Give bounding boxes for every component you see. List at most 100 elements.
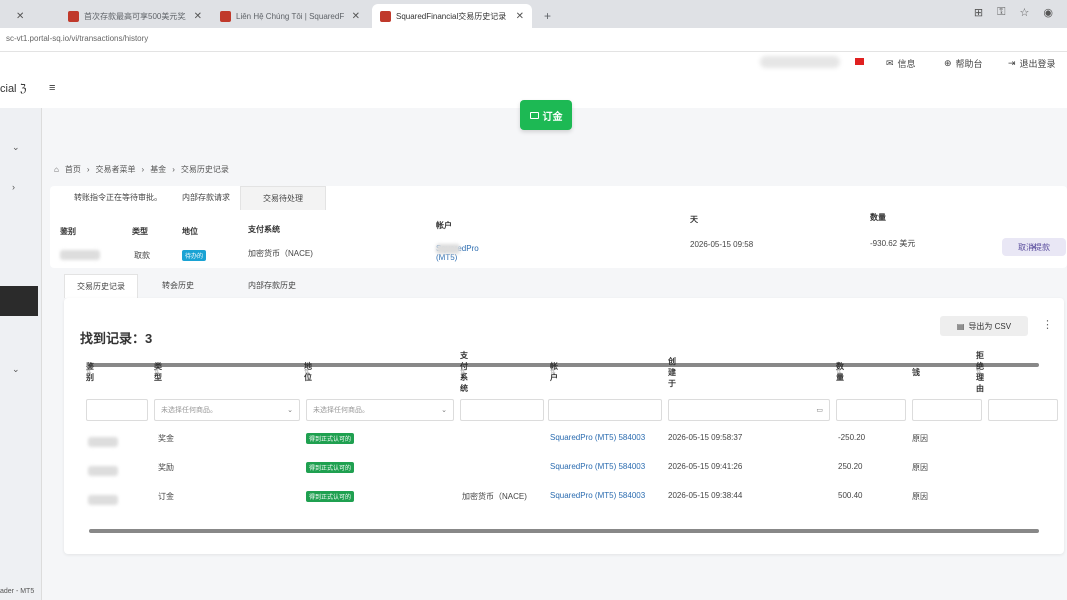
tab-contact[interactable]: Liên Hệ Chúng Tôi | SquaredFi ✕ xyxy=(212,4,368,28)
money-filter[interactable] xyxy=(912,399,982,421)
close-icon[interactable]: ✕ xyxy=(516,11,524,22)
flag-icon[interactable] xyxy=(855,58,864,65)
table-row[interactable]: 奖励 得到正式认可的 SquaredPro (MT5) 584003 2026-… xyxy=(64,458,1064,478)
filter-row: 未选择任何商品。 ⌄ 未选择任何商品。 ⌄ ▭ xyxy=(64,399,1064,423)
tab-transaction-history[interactable]: 交易历史记录 xyxy=(64,274,138,298)
translate-icon[interactable]: ⊞ xyxy=(974,6,983,19)
row-type: 取款 xyxy=(134,251,150,260)
cancel-withdrawal-button[interactable]: ✕ 取消提款 xyxy=(1002,238,1066,256)
col-account: 帐户 xyxy=(436,221,452,230)
profile-icon[interactable]: ◉ xyxy=(1043,6,1053,19)
tab-promo[interactable]: 首次存款最高可享500美元奖励 ✕ xyxy=(60,4,210,28)
tab-transactions-pending[interactable]: 交易待处理 xyxy=(240,186,326,210)
col-day: 天 xyxy=(690,215,698,224)
sort-icon: ⇅ xyxy=(912,369,918,376)
logout-label: 退出登录 xyxy=(1019,59,1056,69)
amount-filter[interactable] xyxy=(836,399,906,421)
row-account[interactable]: SquaredPro (MT5) 584003 xyxy=(550,491,645,500)
user-name-blurred xyxy=(760,56,840,68)
account-filter[interactable] xyxy=(548,399,662,421)
brand-logo[interactable]: cial ℨ xyxy=(0,82,26,95)
logo-text: cial xyxy=(0,83,17,95)
export-csv-button[interactable]: ▤ 导出为 CSV xyxy=(940,316,1028,336)
lifebuoy-icon: ⊕ xyxy=(944,58,952,68)
row-type: 订金 xyxy=(158,492,174,501)
status-badge: 得到正式认可的 xyxy=(306,491,355,502)
favicon-icon xyxy=(220,10,231,22)
close-icon[interactable]: ✕ xyxy=(16,11,24,22)
star-icon[interactable]: ☆ xyxy=(1020,6,1030,19)
id-blurred xyxy=(88,466,118,476)
pending-row: 取款 待办的 加密货币（NACE) SquaredPro (MT5) 2026-… xyxy=(50,238,1067,264)
type-filter[interactable]: 未选择任何商品。 ⌄ xyxy=(154,399,300,421)
history-card: 找到记录：3 ▤ 导出为 CSV ⋮ 鉴别 ⇅ 类型 ⇅ 地位 ⇅ 支付系统 ⇅ 帐户 ⇅ … xyxy=(64,298,1064,554)
crumb-home[interactable]: 首页 xyxy=(65,164,81,175)
account-blurred xyxy=(436,244,460,254)
found-label: 找到记录： xyxy=(80,331,146,346)
deposit-button[interactable]: 订金 xyxy=(520,100,572,130)
pending-tabs: 转账指令正在等待审批。 内部存款请求 交易待处理 xyxy=(64,186,326,210)
status-filter-placeholder: 未选择任何商品。 xyxy=(313,407,369,414)
table-row[interactable]: 奖金 得到正式认可的 SquaredPro (MT5) 584003 2026-… xyxy=(64,429,1064,449)
row-type: 奖金 xyxy=(158,434,174,443)
payment-filter[interactable] xyxy=(460,399,544,421)
tab-partial[interactable]: ✕ xyxy=(0,4,58,28)
id-filter[interactable] xyxy=(86,399,148,421)
address-bar[interactable]: sc-vt1.portal-sq.io/vi/transactions/hist… xyxy=(0,28,1067,52)
row-amount: 500.40 xyxy=(838,491,863,500)
row-payment: 加密货币（NACE) xyxy=(248,249,313,258)
id-blurred xyxy=(88,495,118,505)
logout-link[interactable]: ⇥ 退出登录 xyxy=(1008,57,1056,70)
row-created: 2026-05-15 09:41:26 xyxy=(668,462,743,471)
close-icon[interactable]: ✕ xyxy=(194,11,202,22)
tab-internal-deposit[interactable]: 内部存款请求 xyxy=(172,186,240,210)
help-label: 帮助台 xyxy=(955,59,983,69)
crumb-history: 交易历史记录 xyxy=(180,165,229,174)
sidebar-active-item[interactable] xyxy=(0,286,38,316)
crumb-trader-menu[interactable]: 交易者菜单 xyxy=(96,164,136,175)
pending-table-header: 鉴别 类型 地位 支付系统 帐户 天 数量 xyxy=(50,213,1067,236)
status-badge: 得到正式认可的 xyxy=(306,433,355,444)
chevron-down-icon[interactable]: ⌄ xyxy=(12,364,20,375)
status-badge: 得到正式认可的 xyxy=(306,462,355,473)
row-money: 原因 xyxy=(912,492,928,501)
chevron-right-icon[interactable]: › xyxy=(12,182,15,192)
row-amount: 250.20 xyxy=(838,462,863,471)
row-account[interactable]: SquaredPro (MT5) 584003 xyxy=(550,462,645,471)
home-icon: ⌂ xyxy=(54,165,59,174)
url-text[interactable]: sc-vt1.portal-sq.io/vi/transactions/hist… xyxy=(6,34,148,43)
sort-icon: ⇅ xyxy=(154,369,160,376)
file-icon: ▤ xyxy=(956,321,965,331)
tab-internal-deposit-history[interactable]: 内部存款历史 xyxy=(218,274,326,298)
chevron-down-icon: ⌄ xyxy=(441,407,447,414)
close-icon[interactable]: ✕ xyxy=(352,11,360,22)
new-tab-button[interactable]: + xyxy=(536,4,559,28)
calendar-icon[interactable]: ▭ xyxy=(816,406,823,414)
grid-scrollbar-bottom[interactable] xyxy=(89,529,1039,533)
mail-icon: ✉ xyxy=(886,58,894,68)
date-filter[interactable]: ▭ xyxy=(668,399,830,421)
help-link[interactable]: ⊕ 帮助台 xyxy=(944,57,983,70)
info-link[interactable]: ✉ 信息 xyxy=(886,57,916,70)
tab-transfer-pending[interactable]: 转账指令正在等待审批。 xyxy=(64,186,172,210)
type-filter-placeholder: 未选择任何商品。 xyxy=(161,407,217,414)
key-icon[interactable]: ⚿ xyxy=(997,6,1005,19)
reject-filter[interactable] xyxy=(988,399,1058,421)
status-filter[interactable]: 未选择任何商品。 ⌄ xyxy=(306,399,454,421)
row-account[interactable]: SquaredPro (MT5) 584003 xyxy=(550,433,645,442)
sort-icon: ⇅ xyxy=(976,369,982,376)
crumb-funds[interactable]: 基金 xyxy=(150,164,166,175)
translate-icon[interactable]: ℨ xyxy=(20,83,27,95)
tab-title: Liên Hệ Chúng Tôi | SquaredFi xyxy=(236,11,344,21)
more-options-icon[interactable]: ⋮ xyxy=(1042,318,1053,331)
row-money: 原因 xyxy=(912,434,928,443)
id-blurred xyxy=(60,250,100,260)
tab-history[interactable]: SquaredFinancial交易历史记录 ✕ xyxy=(372,4,532,28)
table-row[interactable]: 订金 得到正式认可的 加密货币（NACE) SquaredPro (MT5) 5… xyxy=(64,487,1064,507)
hamburger-menu-icon[interactable]: ≡ xyxy=(49,82,55,94)
id-blurred xyxy=(88,437,118,447)
sort-icon: ⇅ xyxy=(86,369,92,376)
grid-scrollbar-top[interactable] xyxy=(89,363,1039,367)
chevron-down-icon[interactable]: ⌄ xyxy=(12,142,20,153)
tab-transfer-history[interactable]: 转会历史 xyxy=(138,274,218,298)
